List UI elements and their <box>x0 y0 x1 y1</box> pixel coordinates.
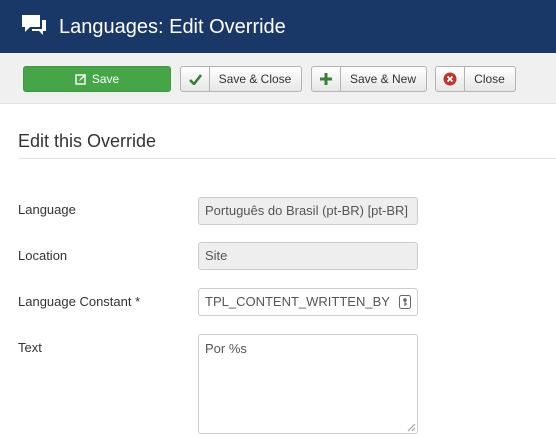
save-close-button-label: Save & Close <box>218 72 292 86</box>
close-button-label: Close <box>474 72 505 86</box>
save-button-label: Save <box>91 72 120 86</box>
language-constant-value: TPL_CONTENT_WRITTEN_BY <box>205 294 390 309</box>
location-field: Site <box>198 242 418 270</box>
save-close-button[interactable]: Save & Close <box>180 66 302 92</box>
page-title: Languages: Edit Override <box>59 16 286 38</box>
legend-divider <box>18 158 556 159</box>
save-new-button[interactable]: Save & New <box>311 66 427 92</box>
toolbar: Save Save & Close Save & New Close <box>0 53 556 104</box>
language-field: Português do Brasil (pt-BR) [pt-BR] <box>198 197 418 225</box>
text-textarea[interactable]: Por %s <box>198 334 418 434</box>
language-constant-input[interactable]: TPL_CONTENT_WRITTEN_BY <box>198 288 418 316</box>
cancel-circle-icon <box>436 67 465 91</box>
comments-icon <box>22 15 46 35</box>
resize-grip-icon[interactable] <box>407 423 416 432</box>
language-constant-label: Language Constant * <box>18 294 141 309</box>
location-label: Location <box>18 248 68 263</box>
plus-icon <box>312 67 341 91</box>
edit-icon <box>75 74 86 85</box>
form-legend: Edit this Override <box>18 131 157 151</box>
password-key-icon[interactable] <box>399 295 411 309</box>
checkmark-icon <box>181 67 210 91</box>
close-button[interactable]: Close <box>435 66 516 92</box>
language-label: Language <box>18 202 76 217</box>
text-label: Text <box>18 340 42 355</box>
text-textarea-value: Por %s <box>205 341 247 356</box>
save-new-button-label: Save & New <box>349 72 417 86</box>
save-button[interactable]: Save <box>23 66 171 92</box>
page-header: Languages: Edit Override <box>0 0 556 53</box>
